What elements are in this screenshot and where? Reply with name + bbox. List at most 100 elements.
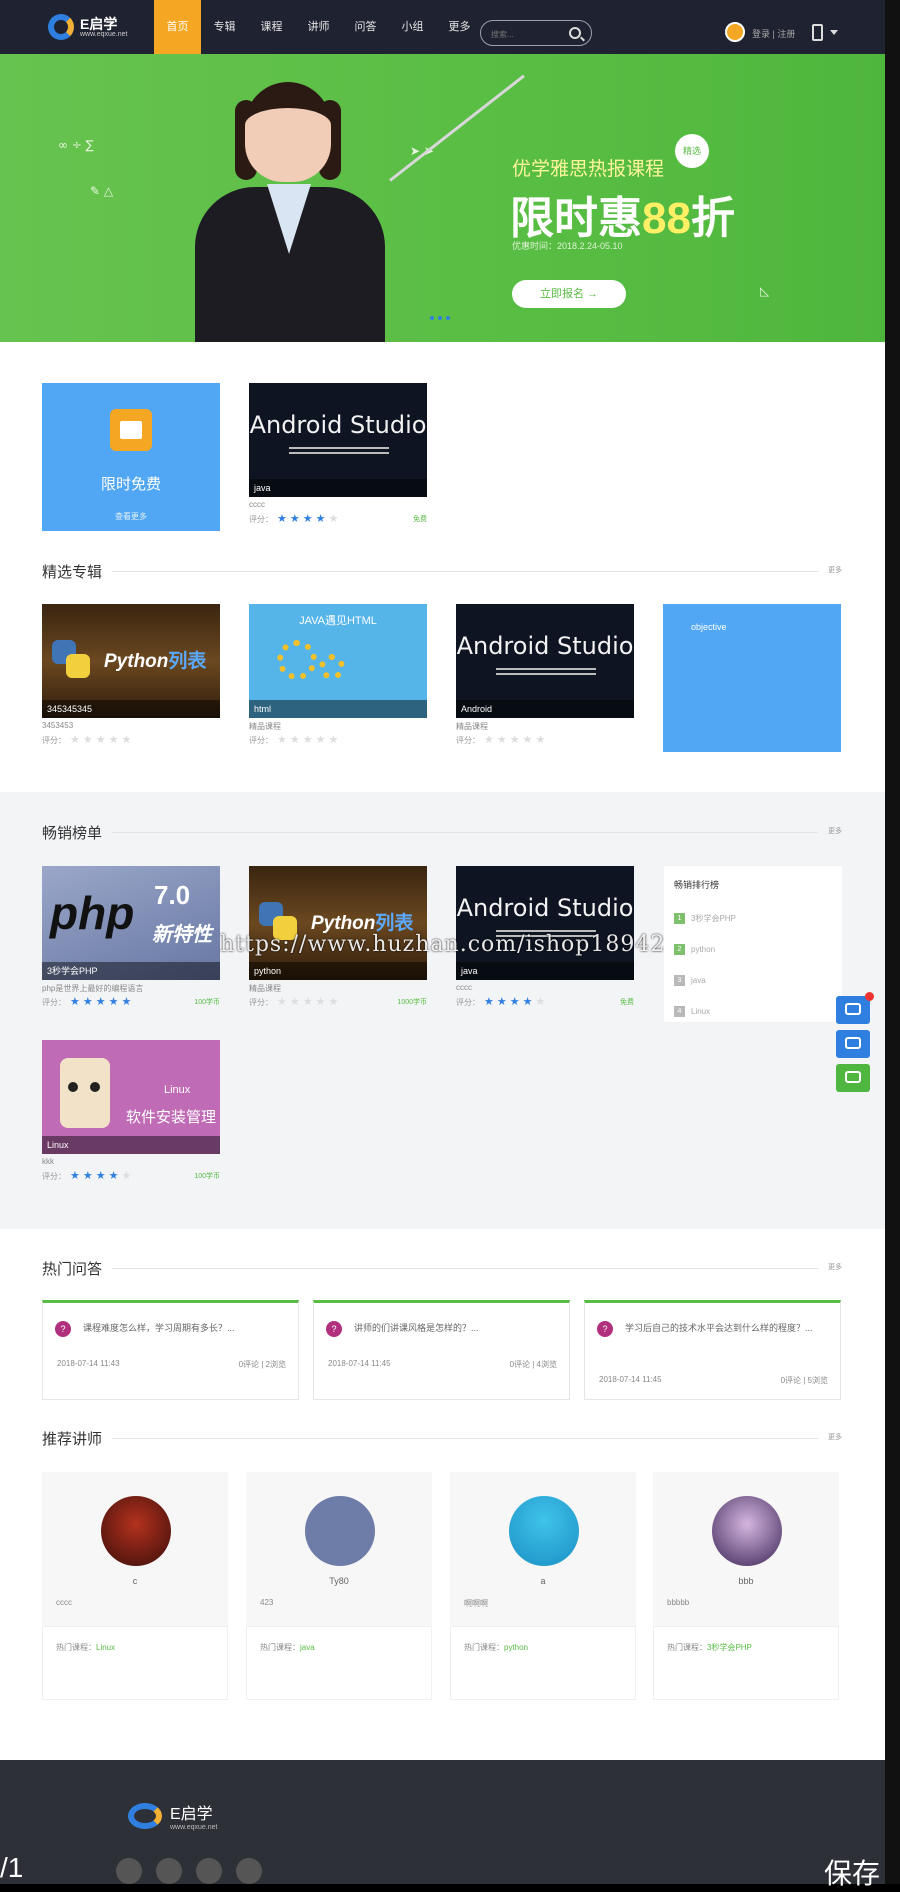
menu-groups[interactable]: 小组 [389,0,436,54]
course-thumbnail[interactable]: Android Studio java [456,866,634,980]
teacher-name[interactable]: c [42,1576,228,1586]
teacher-card[interactable]: Ty80 423 热门课程：java [246,1472,432,1700]
rank-name[interactable]: java [691,976,706,985]
course-title[interactable]: php是世界上最好的编程语言 [42,983,220,995]
rank-item[interactable]: 1 3秒学会PHP [674,903,832,934]
album-thumbnail[interactable]: Python列表 345345345 [42,604,220,718]
wechat-button[interactable] [836,1064,870,1092]
star-empty-icon: ★ [535,995,546,1008]
star-empty-icon: ★ [82,733,93,746]
hot-course-link[interactable]: Linux [96,1643,115,1652]
teacher-name[interactable]: bbb [653,1576,839,1586]
footer-logo[interactable]: E启学 www.eqxue.net [128,1800,217,1831]
hero-banner[interactable]: ∞ ÷ ∑ ✎ △ ➤ ➤ ◺ 精选 优学雅思热报课程 限时惠88折 优惠时间：… [0,54,885,342]
menu-qa[interactable]: 问答 [342,0,389,54]
qa-question[interactable]: 讲师的们讲课风格是怎样的？... [354,1321,554,1336]
thumb-text: 新特性 [152,924,212,946]
qa-card[interactable]: ? 讲师的们讲课风格是怎样的？... 2018-07-14 11:45 0评论 … [313,1300,570,1400]
more-link[interactable]: 更多 [828,565,842,575]
menu-teachers[interactable]: 讲师 [295,0,342,54]
menu-more[interactable]: 更多 [436,0,483,54]
signup-button[interactable]: 立即报名 → [512,280,626,308]
qa-card[interactable]: ? 学习后自己的技术水平会达到什么样的程度？... 2018-07-14 11:… [584,1300,841,1400]
cart-button[interactable] [836,992,874,1024]
teacher-name[interactable]: Ty80 [246,1576,432,1586]
album-title[interactable]: 精品课程 [456,721,634,733]
star-empty-icon: ★ [121,1169,132,1182]
teacher-card[interactable]: bbb bbbbb 热门课程：3秒学会PHP [653,1472,839,1700]
album-title[interactable]: 精品课程 [249,721,427,733]
course-thumbnail[interactable]: Linux 软件安装管理 Linux [42,1040,220,1154]
free-more-link[interactable]: 查看更多 [42,511,220,522]
avatar[interactable] [305,1496,375,1566]
qa-card[interactable]: ? 课程难度怎么样，学习周期有多长？... 2018-07-14 11:43 0… [42,1300,299,1400]
teacher-desc: 423 [260,1598,274,1607]
teacher-name[interactable]: a [450,1576,636,1586]
hot-course-link[interactable]: 3秒学会PHP [707,1643,752,1652]
rank-item[interactable]: 2 python [674,934,832,965]
rank-name[interactable]: 3秒学会PHP [691,913,736,924]
carousel-dots[interactable] [430,316,450,320]
qa-question[interactable]: 学习后自己的技术水平会达到什么样的程度？... [625,1321,825,1336]
qa-question[interactable]: 课程难度怎么样，学习周期有多长？... [83,1321,283,1336]
more-link[interactable]: 更多 [828,1262,842,1272]
teacher-desc: bbbbb [667,1598,690,1607]
weibo-icon[interactable] [116,1858,142,1884]
course-price: 100学币 [194,999,220,1006]
album-title[interactable]: 3453453 [42,721,220,733]
login-register-link[interactable]: 登录 | 注册 [752,27,795,40]
album-card[interactable]: objective [663,604,841,752]
course-thumbnail[interactable]: Python列表 python [249,866,427,980]
teacher-card[interactable]: a 啊啊啊 热门课程：python [450,1472,636,1700]
album-thumbnail[interactable]: JAVA遇见HTML html [249,604,427,718]
rank-item[interactable]: 3 java [674,965,832,996]
album-card[interactable]: Android Studio Android 精品课程 评分： ★ ★ ★ ★ ★ [456,604,634,747]
more-link[interactable]: 更多 [828,1432,842,1442]
qa-date: 2018-07-14 11:43 [57,1359,120,1368]
album-thumbnail[interactable]: Android Studio Android [456,604,634,718]
avatar[interactable] [101,1496,171,1566]
course-card[interactable]: Linux 软件安装管理 Linux kkk 评分： ★ ★ ★ ★ ★ 100学币 [42,1040,220,1183]
rank-name[interactable]: python [691,945,715,954]
course-card[interactable]: php 7.0 新特性 3秒学会PHP php是世界上最好的编程语言 评分： ★… [42,866,220,1009]
thumb-text: Python列表 [311,913,414,934]
menu-albums[interactable]: 专辑 [201,0,248,54]
rating-label: 评分： [456,735,480,745]
course-thumbnail[interactable]: php 7.0 新特性 3秒学会PHP [42,866,220,980]
album-card[interactable]: JAVA遇见HTML html 精品课程 评分： ★ ★ ★ ★ ★ [249,604,427,747]
menu-courses[interactable]: 课程 [248,0,295,54]
main-menu: 首页 专辑 课程 讲师 问答 小组 更多 [154,0,483,54]
apple-icon[interactable] [196,1858,222,1884]
course-thumbnail[interactable]: Android Studio java [249,383,427,497]
search-input[interactable] [491,27,561,41]
hot-course-link[interactable]: python [504,1643,528,1652]
course-title[interactable]: cccc [249,500,427,512]
menu-home[interactable]: 首页 [154,0,201,54]
search-icon[interactable] [569,27,581,39]
course-title[interactable]: 精品课程 [249,983,427,995]
rank-name[interactable]: Linux [691,1007,710,1016]
course-title[interactable]: cccc [456,983,634,995]
wechat-icon[interactable] [156,1858,182,1884]
user-icon[interactable] [725,22,745,42]
avatar[interactable] [712,1496,782,1566]
avatar[interactable] [509,1496,579,1566]
star-filled-icon: ★ [289,512,300,525]
mobile-icon[interactable] [812,24,823,41]
site-logo[interactable]: E启学 www.eqxue.net [48,14,127,40]
album-card[interactable]: Python列表 345345345 3453453 评分： ★ ★ ★ ★ ★ [42,604,220,747]
course-card[interactable]: Android Studio java cccc 评分： ★ ★ ★ ★ ★ 免费 [249,383,427,526]
save-button[interactable]: 保存 [824,1852,880,1892]
chevron-down-icon[interactable] [830,30,838,35]
hot-course-link[interactable]: java [300,1643,315,1652]
course-title[interactable]: kkk [42,1157,220,1169]
star-filled-icon: ★ [82,1169,93,1182]
rank-item[interactable]: 4 Linux [674,996,832,1027]
banner-title: 限时惠88折 [510,182,735,246]
teacher-card[interactable]: c cccc 热门课程：Linux [42,1472,228,1700]
android-icon[interactable] [236,1858,262,1884]
message-button[interactable] [836,1030,870,1058]
logo-name: E启学 [80,15,118,32]
more-link[interactable]: 更多 [828,826,842,836]
free-courses-card[interactable]: 限时免费 查看更多 [42,383,220,531]
